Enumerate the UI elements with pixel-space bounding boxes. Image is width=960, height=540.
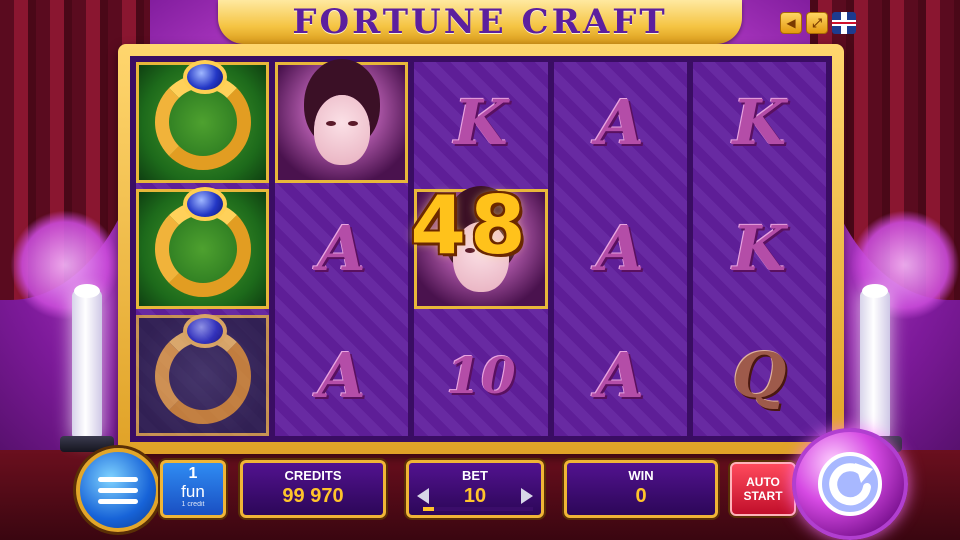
- ring-symbol: [136, 60, 270, 183]
- sapphire-gem-icon: [182, 60, 227, 95]
- credits-label: CREDITS: [284, 468, 342, 483]
- sapphire-gem-icon: [182, 186, 227, 221]
- sound-icon[interactable]: ◀: [780, 12, 802, 34]
- ring-symbol: [136, 186, 270, 310]
- card-symbol-a: A: [596, 85, 645, 159]
- coin-unit: fun: [181, 482, 205, 501]
- card-symbol-k: K: [454, 85, 508, 159]
- bet-increase-button[interactable]: [521, 487, 533, 504]
- ring-icon: [154, 313, 251, 424]
- menu-icon: [98, 487, 138, 493]
- title-plaque: FORTUNE CRAFT: [218, 0, 742, 44]
- fortune-teller-portrait: [313, 95, 370, 166]
- card-symbol-q: Q: [732, 339, 787, 413]
- ring-icon: [154, 186, 251, 297]
- corner-toolbar: ◀ ⤢: [780, 12, 856, 34]
- coin-value: 1: [188, 465, 198, 482]
- fortune-teller-symbol: [275, 62, 409, 183]
- win-box: WIN 0: [564, 460, 718, 518]
- spin-button[interactable]: [792, 428, 908, 540]
- coin-subtext: 1 credit: [181, 501, 205, 508]
- win-label: WIN: [628, 468, 654, 483]
- bet-box: BET 10: [406, 460, 544, 518]
- bet-value: 10: [463, 485, 487, 507]
- fullscreen-icon[interactable]: ⤢: [806, 12, 828, 34]
- menu-button[interactable]: [76, 448, 160, 532]
- auto-start-line2: START: [743, 489, 783, 503]
- auto-start-button[interactable]: AUTO START: [730, 462, 796, 516]
- ring-symbol: [136, 313, 270, 436]
- spin-refresh-icon: [818, 452, 882, 516]
- bet-label: BET: [462, 468, 488, 483]
- language-flag-icon[interactable]: [832, 12, 856, 34]
- reel-4: AAA: [553, 62, 687, 436]
- card-symbol-a: A: [317, 212, 366, 286]
- card-symbol-a: A: [596, 339, 645, 413]
- menu-icon: [98, 476, 138, 482]
- menu-icon: [98, 498, 138, 504]
- background-ornament: [10, 210, 120, 320]
- game-title: FORTUNE CRAFT: [292, 2, 668, 42]
- credits-value: 99 970: [282, 485, 344, 507]
- card-symbol-k: K: [732, 212, 787, 286]
- card-symbol-a: A: [317, 339, 366, 413]
- reel-1: [136, 60, 270, 436]
- reel-2: AA: [275, 62, 409, 436]
- win-amount-overlay: 48: [410, 179, 530, 272]
- bet-decrease-button[interactable]: [417, 487, 429, 504]
- credits-box: CREDITS 99 970: [240, 460, 386, 518]
- sapphire-gem-icon: [182, 313, 227, 348]
- reel-5: KKQ: [692, 62, 826, 436]
- bet-level-bar: [423, 507, 533, 511]
- card-symbol-a: A: [596, 212, 645, 286]
- ring-icon: [154, 60, 251, 171]
- right-candle: [860, 284, 890, 440]
- card-symbol-10: 10: [446, 346, 516, 406]
- auto-start-line1: AUTO: [746, 475, 780, 489]
- card-symbol-k: K: [732, 85, 787, 159]
- left-candle: [72, 284, 102, 440]
- win-value: 0: [635, 485, 647, 507]
- coin-value-box[interactable]: 1 fun 1 credit: [160, 460, 226, 518]
- bet-level-fill: [423, 507, 434, 511]
